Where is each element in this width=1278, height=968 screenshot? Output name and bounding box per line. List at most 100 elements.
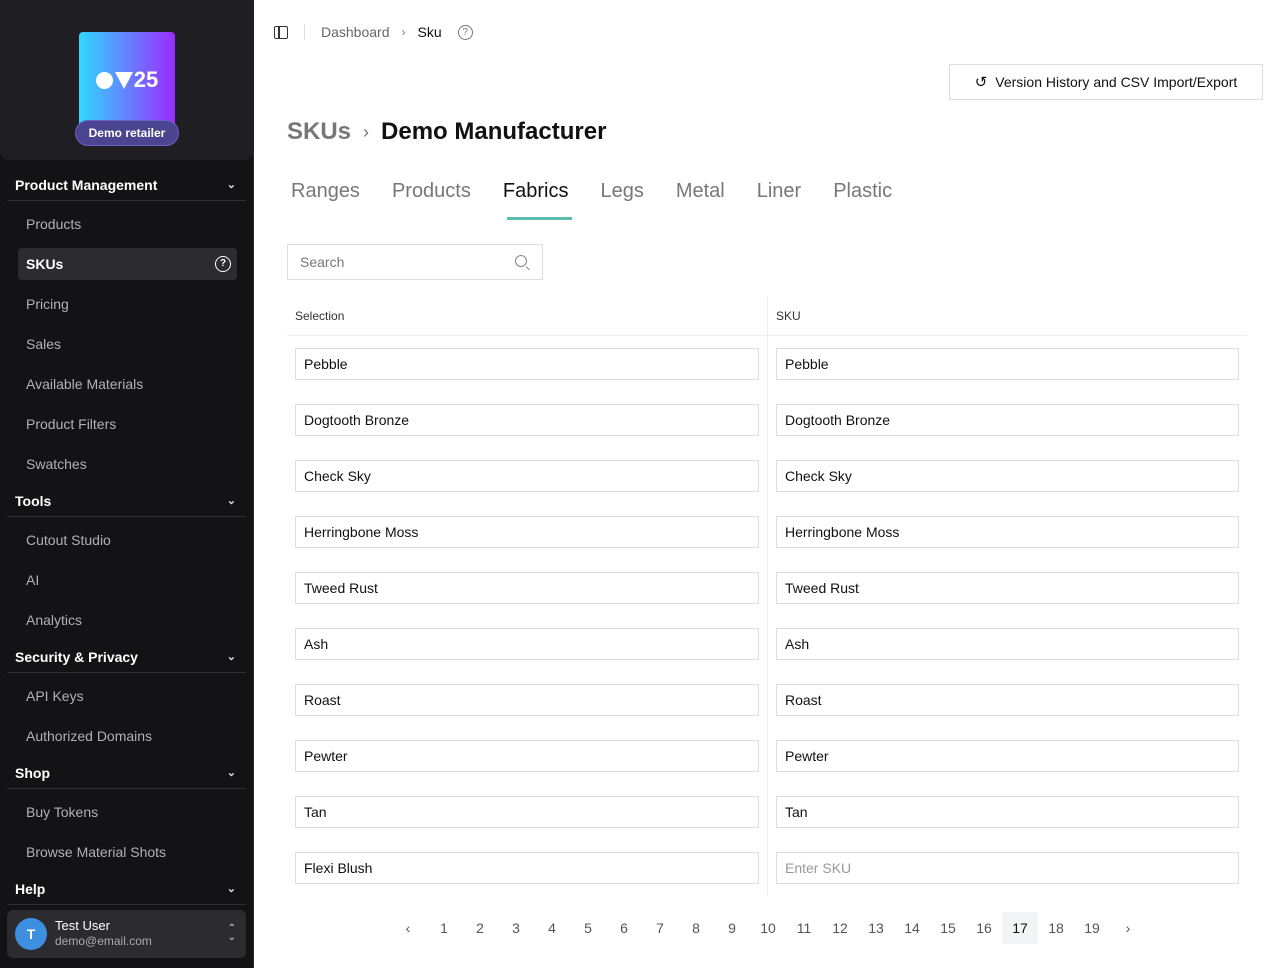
- selection-input[interactable]: [295, 628, 759, 660]
- sidebar-item-label: AI: [26, 572, 40, 588]
- page-14[interactable]: 14: [894, 912, 930, 944]
- sidebar-section-security-privacy[interactable]: Security & Privacy ⌄: [7, 641, 246, 673]
- page-6[interactable]: 6: [606, 912, 642, 944]
- chevron-down-icon: ⌄: [226, 883, 236, 895]
- sidebar-item-swatches[interactable]: Swatches: [18, 448, 237, 480]
- version-history-button[interactable]: ↺ Version History and CSV Import/Export: [949, 64, 1263, 100]
- tab-products[interactable]: Products: [388, 180, 487, 220]
- chevron-down-icon: ⌄: [226, 179, 236, 191]
- sku-input[interactable]: [776, 796, 1239, 828]
- page-2[interactable]: 2: [462, 912, 498, 944]
- page-18[interactable]: 18: [1038, 912, 1074, 944]
- sidebar-item-cutout-studio[interactable]: Cutout Studio: [18, 524, 237, 556]
- page-16[interactable]: 16: [966, 912, 1002, 944]
- tab-fabrics[interactable]: Fabrics: [499, 180, 585, 220]
- tabs: Ranges Products Fabrics Legs Metal Liner Plast…: [287, 180, 920, 220]
- page-10[interactable]: 10: [750, 912, 786, 944]
- search-icon: [515, 255, 527, 267]
- next-page-button[interactable]: ›: [1110, 912, 1146, 944]
- sku-input[interactable]: [776, 684, 1239, 716]
- sku-input[interactable]: [776, 572, 1239, 604]
- page-7[interactable]: 7: [642, 912, 678, 944]
- tab-metal[interactable]: Metal: [672, 180, 741, 220]
- sidebar-item-api-keys[interactable]: API Keys: [18, 680, 237, 712]
- page-11[interactable]: 11: [786, 912, 822, 944]
- selection-input[interactable]: [295, 852, 759, 884]
- sku-input[interactable]: [776, 740, 1239, 772]
- sku-input[interactable]: [776, 852, 1239, 884]
- sidebar-item-label: API Keys: [26, 688, 84, 704]
- selection-input[interactable]: [295, 404, 759, 436]
- sidebar-item-pricing[interactable]: Pricing: [18, 288, 237, 320]
- section-label: Product Management: [15, 177, 158, 193]
- sidebar-item-authorized-domains[interactable]: Authorized Domains: [18, 720, 237, 752]
- title-current: Demo Manufacturer: [381, 118, 607, 145]
- table-header: Selection SKU: [287, 296, 1247, 336]
- sidebar-item-ai[interactable]: AI: [18, 564, 237, 596]
- sku-input[interactable]: [776, 628, 1239, 660]
- page-19[interactable]: 19: [1074, 912, 1110, 944]
- tab-plastic[interactable]: Plastic: [829, 180, 908, 220]
- page-4[interactable]: 4: [534, 912, 570, 944]
- user-menu[interactable]: T Test User demo@email.com ⌃ ⌄: [7, 910, 246, 958]
- sidebar-item-browse-material-shots[interactable]: Browse Material Shots: [18, 836, 237, 868]
- page-12[interactable]: 12: [822, 912, 858, 944]
- sku-table: Selection SKU: [287, 296, 1247, 896]
- breadcrumb-current: Sku: [417, 24, 442, 40]
- prev-page-button[interactable]: ‹: [390, 912, 426, 944]
- page-1[interactable]: 1: [426, 912, 462, 944]
- section-label: Shop: [15, 765, 50, 781]
- page-15[interactable]: 15: [930, 912, 966, 944]
- sidebar-item-buy-tokens[interactable]: Buy Tokens: [18, 796, 237, 828]
- sidebar-section-help[interactable]: Help ⌄: [7, 873, 246, 905]
- selection-input[interactable]: [295, 740, 759, 772]
- tab-legs[interactable]: Legs: [596, 180, 659, 220]
- table-row: [287, 560, 1247, 616]
- selection-input[interactable]: [295, 348, 759, 380]
- title-parent[interactable]: SKUs: [287, 118, 351, 146]
- header-selection: Selection: [295, 309, 345, 323]
- avatar: T: [15, 918, 47, 950]
- table-row: [287, 728, 1247, 784]
- chevron-up-down-icon: ⌃ ⌄: [227, 923, 236, 943]
- selection-input[interactable]: [295, 516, 759, 548]
- sku-input[interactable]: [776, 516, 1239, 548]
- help-icon[interactable]: ?: [215, 256, 231, 272]
- divider: [304, 24, 305, 40]
- retailer-badge[interactable]: Demo retailer: [75, 120, 179, 146]
- sidebar-section-shop[interactable]: Shop ⌄: [7, 757, 246, 789]
- sidebar-item-available-materials[interactable]: Available Materials: [18, 368, 237, 400]
- page-17[interactable]: 17: [1002, 912, 1038, 944]
- selection-input[interactable]: [295, 572, 759, 604]
- table-row: [287, 784, 1247, 840]
- page-3[interactable]: 3: [498, 912, 534, 944]
- section-label: Tools: [15, 493, 52, 509]
- sidebar-toggle-icon[interactable]: [274, 25, 288, 39]
- sidebar-section-tools[interactable]: Tools ⌄: [7, 485, 246, 517]
- sidebar-item-analytics[interactable]: Analytics: [18, 604, 237, 636]
- page-5[interactable]: 5: [570, 912, 606, 944]
- sku-input[interactable]: [776, 348, 1239, 380]
- tab-ranges[interactable]: Ranges: [287, 180, 376, 220]
- sidebar-item-skus[interactable]: SKUs?: [18, 248, 237, 280]
- sidebar-item-product-filters[interactable]: Product Filters: [18, 408, 237, 440]
- sidebar-section-product-management[interactable]: Product Management ⌄: [7, 169, 246, 201]
- sidebar-item-products[interactable]: Products: [18, 208, 237, 240]
- selection-input[interactable]: [295, 460, 759, 492]
- tab-liner[interactable]: Liner: [753, 180, 817, 220]
- table-row: [287, 504, 1247, 560]
- sku-input[interactable]: [776, 404, 1239, 436]
- page-13[interactable]: 13: [858, 912, 894, 944]
- page-8[interactable]: 8: [678, 912, 714, 944]
- breadcrumb-dashboard[interactable]: Dashboard: [321, 24, 390, 40]
- sidebar-item-label: Browse Material Shots: [26, 844, 167, 860]
- selection-input[interactable]: [295, 684, 759, 716]
- search-input[interactable]: [287, 244, 543, 280]
- section-label: Help: [15, 881, 46, 897]
- sidebar-item-sales[interactable]: Sales: [18, 328, 237, 360]
- help-icon[interactable]: ?: [457, 24, 473, 40]
- page-9[interactable]: 9: [714, 912, 750, 944]
- selection-input[interactable]: [295, 796, 759, 828]
- sidebar-item-label: Product Filters: [26, 416, 117, 432]
- sku-input[interactable]: [776, 460, 1239, 492]
